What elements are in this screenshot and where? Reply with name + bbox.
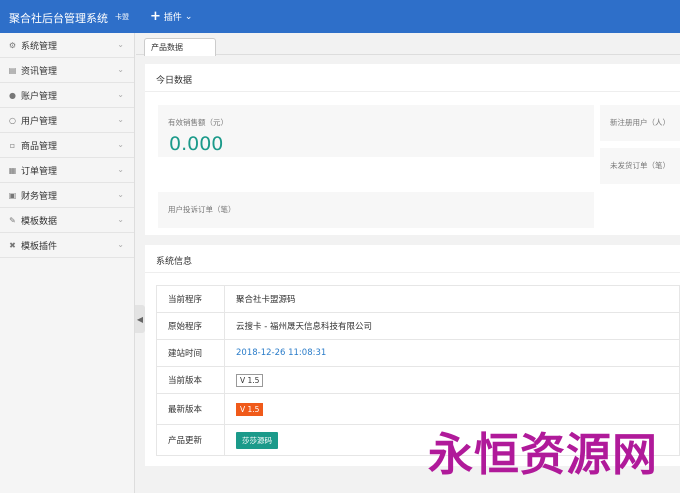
chevron-left-icon: ◀ <box>136 314 144 324</box>
stat-label: 未发货订单（笔） <box>610 161 670 170</box>
sidebar-item-system[interactable]: ⚙ 系统管理 ⌄ <box>0 33 134 58</box>
chevron-down-icon: ⌄ <box>117 165 124 174</box>
sidebar-item-finance[interactable]: ▣ 财务管理 ⌄ <box>0 183 134 208</box>
table-row: 建站时间 2018-12-26 11:08:31 <box>156 339 680 367</box>
row-value: 2018-12-26 11:08:31 <box>224 339 680 367</box>
today-data-panel: 今日数据 有效销售额（元） 0.000 新注册用户（人） 未发货订单（笔） 用户… <box>145 64 680 235</box>
row-value-cell: V 1.5 <box>224 393 680 425</box>
sidebar-item-label: 系统管理 <box>21 41 58 52</box>
chevron-down-icon: ⌄ <box>117 215 124 224</box>
chevron-down-icon: ⌄ <box>184 11 193 22</box>
sidebar-item-label: 商品管理 <box>21 141 58 152</box>
chevron-down-icon: ⌄ <box>117 140 124 149</box>
panel-title: 系统信息 <box>145 245 680 273</box>
row-key: 产品更新 <box>156 424 225 456</box>
chevron-down-icon: ⌄ <box>117 190 124 199</box>
plugin-menu-label: 插件 <box>163 13 182 23</box>
row-key: 建站时间 <box>156 339 225 367</box>
watermark-text: 永恒资源网 <box>428 428 659 481</box>
sidebar-item-label: 资讯管理 <box>21 66 58 77</box>
gear-icon: ⚙ <box>8 40 17 50</box>
stat-label: 用户投诉订单（笔） <box>168 205 236 214</box>
plus-icon: + <box>150 9 161 24</box>
user-icon: ● <box>9 90 16 100</box>
sidebar-item-label: 财务管理 <box>21 191 58 202</box>
chevron-down-icon: ⌄ <box>117 240 124 249</box>
sidebar-item-label: 用户管理 <box>21 116 58 127</box>
current-version-badge: V 1.5 <box>236 373 264 387</box>
row-key: 最新版本 <box>156 393 225 425</box>
table-row: 当前程序 聚合社卡盟源码 <box>156 285 680 313</box>
sidebar: ⚙ 系统管理 ⌄ ▤ 资讯管理 ⌄ ● 账户管理 ⌄ ○ 用户管理 ⌄ ▫ 商品… <box>0 33 135 493</box>
stat-label: 有效销售额（元） <box>168 118 228 127</box>
update-download-button[interactable]: 莎莎源码 <box>236 431 278 449</box>
latest-version-badge: V 1.5 <box>236 402 264 416</box>
tab-product-data[interactable]: 产品数据 <box>144 38 216 56</box>
stat-label: 新注册用户（人） <box>610 118 670 127</box>
sidebar-item-label: 模板数据 <box>21 216 58 227</box>
sidebar-item-users[interactable]: ○ 用户管理 ⌄ <box>0 108 134 133</box>
app-title: 聚合社后台管理系统 <box>9 12 108 25</box>
plugin-icon: ✖ <box>9 240 16 250</box>
news-icon: ▤ <box>8 65 17 75</box>
cart-icon: ▫ <box>9 140 16 150</box>
table-row: 最新版本 V 1.5 <box>156 393 680 425</box>
sidebar-item-news[interactable]: ▤ 资讯管理 ⌄ <box>0 58 134 83</box>
app-tag: 卡盟 <box>115 13 129 21</box>
chevron-down-icon: ⌄ <box>117 90 124 99</box>
sales-stat-card: 有效销售额（元） 0.000 <box>158 105 594 157</box>
sidebar-item-label: 订单管理 <box>21 166 58 177</box>
sidebar-item-label: 模板插件 <box>21 241 58 252</box>
table-row: 原始程序 云搜卡 - 福州晟天信息科技有限公司 <box>156 312 680 340</box>
complaint-orders-stat-card: 用户投诉订单（笔） <box>158 192 594 228</box>
sidebar-item-account[interactable]: ● 账户管理 ⌄ <box>0 83 134 108</box>
chevron-down-icon: ⌄ <box>117 40 124 49</box>
top-bar: 聚合社后台管理系统 卡盟 + 插件 ⌄ <box>0 0 680 33</box>
sidebar-item-label: 账户管理 <box>21 91 58 102</box>
sidebar-item-template-plugins[interactable]: ✖ 模板插件 ⌄ <box>0 233 134 258</box>
stat-value: 0.000 <box>169 133 224 155</box>
sidebar-collapse-button[interactable]: ◀ <box>135 305 145 333</box>
users-icon: ○ <box>9 115 16 125</box>
sidebar-item-products[interactable]: ▫ 商品管理 ⌄ <box>0 133 134 158</box>
tab-bar: 产品数据 <box>136 33 680 56</box>
order-icon: ▦ <box>8 165 17 175</box>
sidebar-item-template-data[interactable]: ✎ 模板数据 ⌄ <box>0 208 134 233</box>
row-key: 当前程序 <box>156 285 225 313</box>
row-value: 云搜卡 - 福州晟天信息科技有限公司 <box>224 312 680 340</box>
finance-icon: ▣ <box>8 190 17 200</box>
edit-icon: ✎ <box>9 215 16 225</box>
panel-title: 今日数据 <box>145 64 680 92</box>
row-key: 原始程序 <box>156 312 225 340</box>
row-value-cell: V 1.5 <box>224 366 680 394</box>
unshipped-orders-stat-card: 未发货订单（笔） <box>600 148 680 184</box>
chevron-down-icon: ⌄ <box>117 65 124 74</box>
table-row: 当前版本 V 1.5 <box>156 366 680 394</box>
new-users-stat-card: 新注册用户（人） <box>600 105 680 141</box>
plugin-menu-button[interactable]: + 插件 ⌄ <box>150 10 192 23</box>
chevron-down-icon: ⌄ <box>117 115 124 124</box>
row-value: 聚合社卡盟源码 <box>224 285 680 313</box>
row-key: 当前版本 <box>156 366 225 394</box>
sidebar-item-orders[interactable]: ▦ 订单管理 ⌄ <box>0 158 134 183</box>
